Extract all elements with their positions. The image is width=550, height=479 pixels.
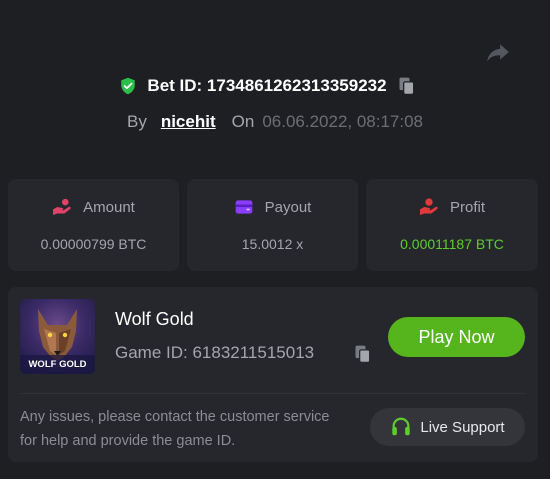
share-button[interactable] [484, 38, 512, 66]
bet-id-line: Bet ID: 1734861262313359232 [0, 76, 550, 96]
share-icon [487, 44, 509, 62]
copy-icon[interactable] [397, 76, 417, 96]
live-support-label: Live Support [420, 418, 505, 436]
shield-check-icon [121, 77, 136, 95]
payout-card: Payout 15.0012 x [187, 179, 358, 271]
amount-label: Amount [83, 198, 135, 216]
copy-icon[interactable] [353, 344, 373, 364]
live-support-button[interactable]: Live Support [370, 408, 525, 446]
play-now-button[interactable]: Play Now [388, 317, 525, 357]
by-label: By [126, 112, 147, 131]
payout-label: Payout [264, 198, 312, 216]
amount-value: 0.00000799 BTC [40, 236, 147, 252]
support-note: Any issues, please contact the customer … [20, 409, 330, 449]
author-line: By nicehit On 06.06.2022, 08:17:08 [0, 112, 550, 132]
amount-card: Amount 0.00000799 BTC [8, 179, 179, 271]
hand-profit-icon [419, 198, 438, 216]
game-title: Wolf Gold [115, 309, 194, 329]
game-card: WOLF GOLD Wolf Gold Game ID: 61832115150… [8, 287, 538, 462]
bet-date: 06.06.2022, 08:17:08 [262, 112, 424, 131]
hand-coins-icon [53, 198, 71, 216]
on-label: On [231, 112, 255, 131]
game-id: Game ID: 6183211515013 [115, 343, 315, 362]
headset-icon [392, 417, 411, 436]
thumb-text: WOLF GOLD [28, 359, 86, 370]
game-thumbnail[interactable]: WOLF GOLD [20, 299, 95, 374]
profit-card: Profit 0.00011187 BTC [366, 179, 538, 271]
profit-label: Profit [449, 198, 485, 216]
divider [20, 393, 526, 394]
profit-value: 0.00011187 BTC [400, 236, 504, 252]
bet-id-text: Bet ID: 1734861262313359232 [147, 76, 387, 95]
wallet-icon [235, 200, 252, 214]
username-link[interactable]: nicehit [161, 112, 216, 132]
wolf-artwork: WOLF GOLD [20, 309, 95, 374]
payout-value: 15.0012 x [241, 236, 304, 252]
